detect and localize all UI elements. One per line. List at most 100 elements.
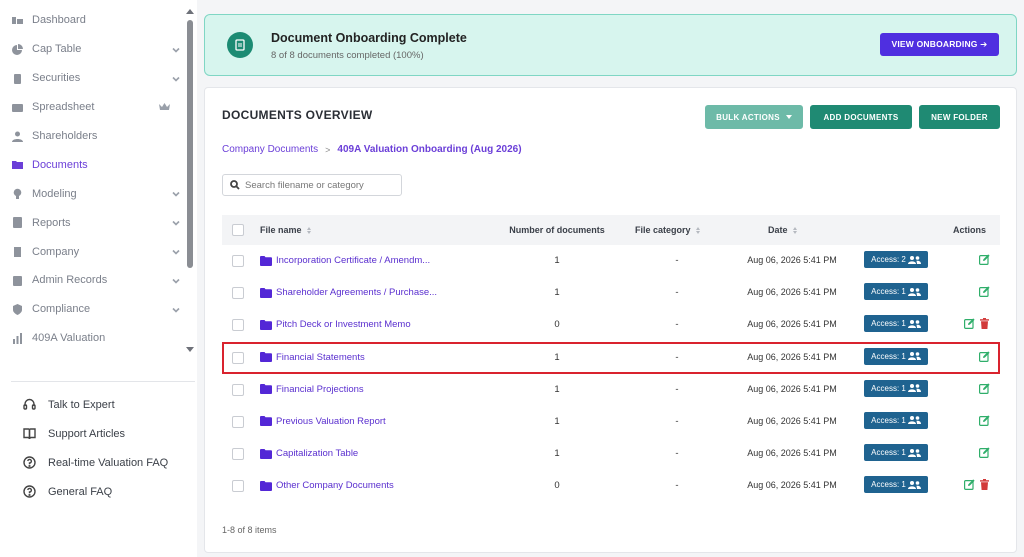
table-row[interactable]: Shareholder Agreements / Purchase... 1 - Au… [222, 277, 1000, 309]
chevron-down-icon[interactable] [172, 305, 180, 313]
help-link-real-time-valuation-faq[interactable]: Real-time Valuation FAQ [0, 448, 168, 477]
table-row[interactable]: Pitch Deck or Investment Memo 0 - Aug 06, 2… [222, 309, 1000, 341]
chevron-down-icon[interactable] [172, 45, 180, 53]
document-count: 1 [554, 448, 560, 460]
column-file-name[interactable]: File name [260, 225, 311, 235]
scroll-down-icon[interactable] [186, 345, 194, 353]
table-row[interactable]: Capitalization Table 1 - Aug 06, 2026 5:41 … [222, 438, 1000, 470]
access-button[interactable]: Access: 1 [864, 315, 928, 333]
file-name-link[interactable]: Incorporation Certificate / Amendm... [276, 255, 430, 266]
chevron-down-icon[interactable] [172, 74, 180, 82]
sort-icon[interactable] [792, 226, 797, 234]
view-onboarding-button[interactable]: VIEW ONBOARDING ➔ [880, 33, 999, 56]
access-button[interactable]: Access: 2 [864, 251, 928, 268]
file-name-cell[interactable]: Pitch Deck or Investment Memo [260, 319, 470, 330]
file-name-link[interactable]: Shareholder Agreements / Purchase... [276, 287, 437, 298]
row-checkbox[interactable] [232, 319, 244, 332]
row-checkbox[interactable] [232, 351, 244, 364]
sidebar-item-modeling[interactable]: Modeling [0, 179, 186, 208]
edit-icon[interactable] [964, 318, 975, 330]
sidebar-item-label: Admin Records [32, 274, 108, 287]
dashboard-icon [11, 14, 23, 26]
file-name-link[interactable]: Financial Statements [276, 352, 365, 363]
file-name-link[interactable]: Financial Projections [276, 384, 364, 395]
row-checkbox[interactable] [232, 480, 244, 493]
help-link-talk-to-expert[interactable]: Talk to Expert [0, 390, 168, 419]
access-button[interactable]: Access: 1 [864, 476, 928, 494]
sidebar-item-admin-records[interactable]: Admin Records [0, 266, 186, 295]
sidebar-item-documents[interactable]: Documents [0, 150, 186, 179]
edit-icon[interactable] [979, 383, 990, 394]
row-actions [975, 383, 990, 394]
file-name-cell[interactable]: Shareholder Agreements / Purchase... [260, 287, 470, 298]
search-input[interactable] [245, 179, 395, 191]
table-row[interactable]: Financial Statements 1 - Aug 06, 2026 5:41 … [222, 341, 1000, 374]
search-box[interactable] [222, 174, 402, 196]
file-name-cell[interactable]: Capitalization Table [260, 448, 470, 459]
scroll-up-icon[interactable] [186, 8, 194, 16]
edit-icon[interactable] [979, 286, 990, 298]
chevron-down-icon[interactable] [172, 247, 180, 255]
sidebar-item-reports[interactable]: Reports [0, 208, 186, 237]
file-name-cell[interactable]: Financial Projections [260, 384, 470, 395]
file-name-link[interactable]: Capitalization Table [276, 448, 358, 459]
delete-icon[interactable] [979, 318, 990, 330]
sidebar-item-company[interactable]: Company [0, 237, 186, 266]
file-name-cell[interactable]: Financial Statements [260, 352, 470, 363]
access-button[interactable]: Access: 1 [864, 444, 928, 462]
row-checkbox[interactable] [232, 448, 244, 461]
select-all-checkbox[interactable] [232, 224, 244, 236]
sidebar-item-dashboard[interactable]: Dashboard [0, 6, 186, 35]
table-header: File name Number of documents File categ… [222, 215, 1000, 245]
sidebar-item-spreadsheet[interactable]: Spreadsheet [0, 93, 186, 122]
sidebar-nav: Dashboard Cap Table Securities Spreadsheet S… [0, 6, 186, 353]
delete-icon[interactable] [979, 479, 990, 491]
file-name-cell[interactable]: Previous Valuation Report [260, 416, 470, 427]
row-checkbox[interactable] [232, 255, 244, 267]
file-name-cell[interactable]: Incorporation Certificate / Amendm... [260, 255, 470, 266]
table-row[interactable]: Financial Projections 1 - Aug 06, 2026 5:41… [222, 374, 1000, 406]
column-label: Number of documents [509, 225, 605, 235]
table-row[interactable]: Incorporation Certificate / Amendm... 1 - A… [222, 245, 1000, 277]
edit-icon[interactable] [979, 415, 990, 426]
file-name-link[interactable]: Other Company Documents [276, 480, 394, 491]
edit-icon[interactable] [979, 254, 990, 266]
access-button[interactable]: Access: 1 [864, 379, 928, 397]
document-count: 1 [554, 383, 560, 395]
bulk-actions-button[interactable]: BULK ACTIONS [705, 105, 803, 129]
help-link-support-articles[interactable]: Support Articles [0, 419, 168, 448]
add-documents-button[interactable]: ADD DOCUMENTS [810, 105, 912, 129]
row-checkbox[interactable] [232, 287, 244, 300]
table-row[interactable]: Previous Valuation Report 1 - Aug 06, 2026 … [222, 406, 1000, 438]
table-row[interactable]: Other Company Documents 0 - Aug 06, 2026 5:… [222, 470, 1000, 502]
sidebar-scrollbar[interactable] [186, 8, 194, 353]
breadcrumb-root[interactable]: Company Documents [222, 144, 318, 155]
sort-icon[interactable] [695, 226, 700, 234]
access-button[interactable]: Access: 1 [864, 411, 928, 429]
sidebar-item-shareholders[interactable]: Shareholders [0, 122, 186, 151]
sidebar-item-compliance[interactable]: Compliance [0, 295, 186, 324]
edit-icon[interactable] [979, 350, 990, 362]
column-file-category[interactable]: File category [635, 225, 700, 235]
edit-icon[interactable] [964, 479, 975, 491]
chevron-down-icon[interactable] [172, 189, 180, 197]
row-checkbox[interactable] [232, 415, 244, 428]
access-button[interactable]: Access: 1 [864, 283, 928, 301]
file-name-cell[interactable]: Other Company Documents [260, 480, 470, 491]
row-checkbox[interactable] [232, 383, 244, 396]
help-link-general-faq[interactable]: General FAQ [0, 477, 168, 506]
file-name-link[interactable]: Previous Valuation Report [276, 416, 386, 427]
access-button[interactable]: Access: 1 [864, 347, 928, 365]
chevron-down-icon[interactable] [172, 218, 180, 226]
new-folder-button[interactable]: NEW FOLDER [919, 105, 1000, 129]
column-date[interactable]: Date [768, 225, 797, 235]
chevron-down-icon[interactable] [172, 276, 180, 284]
sidebar-item-409a-valuation[interactable]: 409A Valuation [0, 324, 186, 353]
sidebar-item-label: Company [32, 245, 80, 258]
edit-icon[interactable] [979, 447, 990, 459]
scrollbar-thumb[interactable] [187, 20, 193, 268]
sidebar-item-securities[interactable]: Securities [0, 64, 186, 93]
sort-icon[interactable] [306, 226, 311, 234]
sidebar-item-cap-table[interactable]: Cap Table [0, 35, 186, 64]
file-name-link[interactable]: Pitch Deck or Investment Memo [276, 319, 411, 330]
